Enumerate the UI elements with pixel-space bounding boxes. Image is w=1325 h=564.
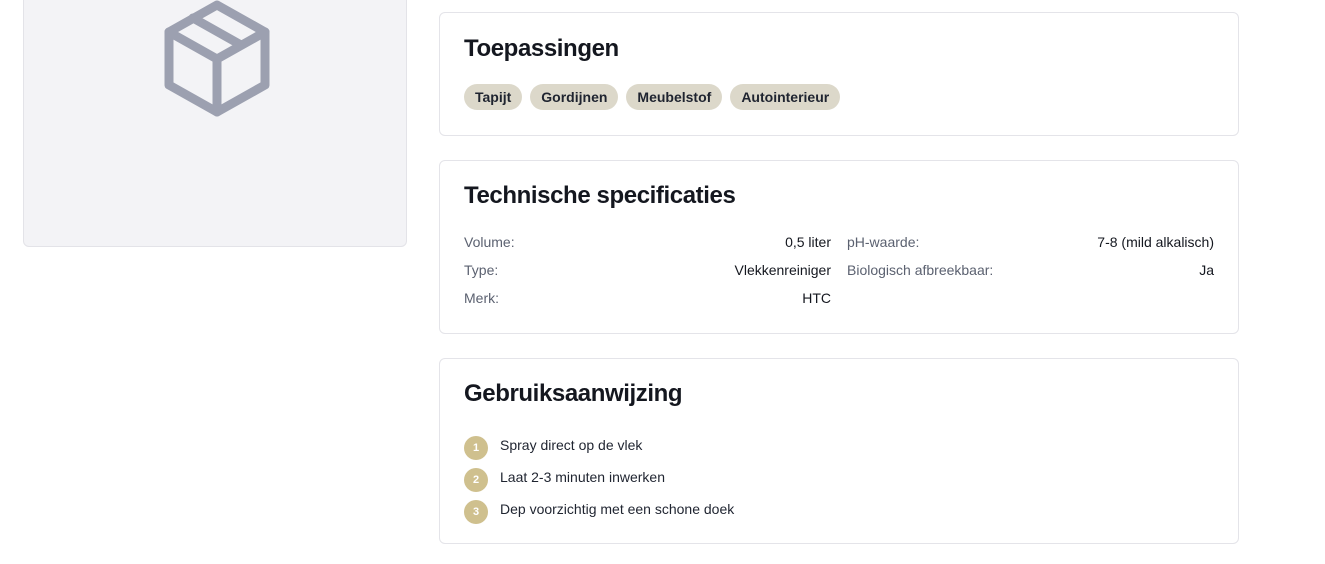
specs-column-right: pH-waarde: 7-8 (mild alkalisch) Biologis…: [847, 228, 1214, 312]
spec-value: Vlekkenreiniger: [734, 262, 832, 278]
usage-title: Gebruiksaanwijzing: [464, 380, 683, 407]
applications-card: Toepassingen Tapijt Gordijnen Meubelstof…: [439, 12, 1239, 136]
spec-row-brand: Merk: HTC: [464, 284, 831, 312]
spec-row-volume: Volume: 0,5 liter: [464, 228, 831, 256]
technical-specs-card: Technische specificaties Volume: 0,5 lit…: [439, 160, 1239, 334]
usage-steps-list: 1 Spray direct op de vlek 2 Laat 2-3 min…: [464, 431, 1214, 527]
spec-label: Type:: [464, 262, 499, 278]
spec-row-ph: pH-waarde: 7-8 (mild alkalisch): [847, 228, 1214, 256]
applications-tag-list: Tapijt Gordijnen Meubelstof Autointerieu…: [464, 84, 1214, 110]
usage-instructions-card: Gebruiksaanwijzing 1 Spray direct op de …: [439, 358, 1239, 544]
spec-label: Biologisch afbreekbaar:: [847, 262, 994, 278]
application-tag[interactable]: Tapijt: [464, 84, 523, 110]
spec-value: 7-8 (mild alkalisch): [1097, 234, 1214, 250]
application-tag[interactable]: Autointerieur: [730, 84, 841, 110]
step-text: Laat 2-3 minuten inwerken: [500, 469, 665, 485]
spec-value: HTC: [802, 290, 831, 306]
usage-step: 1 Spray direct op de vlek: [464, 431, 1214, 463]
spec-row-biodegradable: Biologisch afbreekbaar: Ja: [847, 256, 1214, 284]
application-tag[interactable]: Meubelstof: [626, 84, 723, 110]
package-box-icon: [164, 0, 270, 117]
product-detail-page: Toepassingen Tapijt Gordijnen Meubelstof…: [0, 0, 1325, 564]
step-number-badge: 1: [464, 436, 488, 460]
spec-value: Ja: [1199, 262, 1214, 278]
step-number-badge: 2: [464, 468, 488, 492]
applications-title: Toepassingen: [464, 35, 619, 62]
spec-row-type: Type: Vlekkenreiniger: [464, 256, 831, 284]
application-tag[interactable]: Gordijnen: [530, 84, 619, 110]
spec-value: 0,5 liter: [785, 234, 831, 250]
usage-step: 3 Dep voorzichtig met een schone doek: [464, 495, 1214, 527]
specs-grid: Volume: 0,5 liter Type: Vlekkenreiniger …: [464, 228, 1214, 312]
spec-label: pH-waarde:: [847, 234, 920, 250]
step-text: Spray direct op de vlek: [500, 437, 643, 453]
step-number-badge: 3: [464, 500, 488, 524]
product-image-placeholder: [23, 0, 407, 247]
spec-label: Volume:: [464, 234, 515, 250]
usage-step: 2 Laat 2-3 minuten inwerken: [464, 463, 1214, 495]
spec-label: Merk:: [464, 290, 499, 306]
step-text: Dep voorzichtig met een schone doek: [500, 501, 735, 517]
specs-column-left: Volume: 0,5 liter Type: Vlekkenreiniger …: [464, 228, 831, 312]
specs-title: Technische specificaties: [464, 182, 736, 209]
